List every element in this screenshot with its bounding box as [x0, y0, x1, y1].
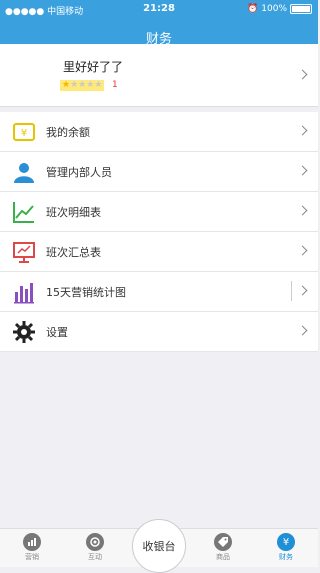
battery-icon	[290, 4, 312, 14]
menu-item-shift-detail[interactable]: 班次明细表	[0, 192, 318, 232]
marketing-icon	[23, 533, 41, 551]
yen-icon: ¥	[12, 120, 36, 144]
yen-circle-icon: ¥	[277, 533, 295, 551]
profile-name: 里好好了了	[63, 60, 124, 74]
star-rating: ★★★★★	[60, 80, 105, 91]
tab-marketing[interactable]: 营销	[7, 533, 57, 562]
level-number: 1	[112, 80, 118, 90]
person-icon	[12, 160, 36, 184]
chevron-right-icon	[297, 69, 308, 80]
svg-text:¥: ¥	[21, 128, 27, 139]
star-icon: ★	[94, 80, 103, 90]
profile-card[interactable]: 里好好了了 ★★★★★ 1	[0, 44, 318, 107]
chevron-right-icon	[297, 325, 308, 336]
star-icon: ★	[70, 80, 79, 90]
tab-label: 财务	[279, 553, 293, 561]
tab-label: 商品	[216, 553, 230, 561]
tab-label: 互动	[88, 553, 102, 561]
presentation-icon	[12, 240, 36, 264]
menu-label: 15天营销统计图	[46, 286, 126, 299]
divider	[291, 281, 292, 301]
status-right: ⏰ 100%	[247, 4, 312, 14]
line-chart-icon	[12, 200, 36, 224]
menu-item-shift-summary[interactable]: 班次汇总表	[0, 232, 318, 272]
chevron-right-icon	[297, 285, 308, 296]
menu-label: 我的余额	[46, 126, 90, 139]
menu-item-15day-stats[interactable]: 15天营销统计图	[0, 272, 318, 312]
chevron-right-icon	[297, 165, 308, 176]
cashier-button[interactable]: 收银台	[132, 519, 186, 573]
tab-products[interactable]: 商品	[198, 533, 248, 562]
star-icon: ★	[62, 80, 71, 90]
menu-label: 管理内部人员	[46, 166, 112, 179]
menu-item-staff[interactable]: 管理内部人员	[0, 152, 318, 192]
menu-label: 设置	[46, 326, 68, 339]
tag-icon	[214, 533, 232, 551]
menu-item-balance[interactable]: ¥ 我的余额	[0, 112, 318, 152]
status-bar: ●●●●● 中国移动 21:28 ⏰ 100%	[0, 0, 318, 20]
menu-label: 班次明细表	[46, 206, 101, 219]
menu-label: 班次汇总表	[46, 246, 101, 259]
bar-chart-icon	[12, 280, 36, 304]
chevron-right-icon	[297, 125, 308, 136]
alarm-icon: ⏰	[247, 4, 259, 14]
aperture-icon	[86, 533, 104, 551]
tab-finance[interactable]: ¥ 财务	[261, 533, 311, 562]
menu-list: ¥ 我的余额 管理内部人员 班次明细表 班次汇总表 15天营销统计图 设置	[0, 112, 318, 352]
tab-label: 营销	[25, 553, 39, 561]
chevron-right-icon	[297, 205, 308, 216]
tab-interaction[interactable]: 互动	[70, 533, 120, 562]
battery-percent: 100%	[261, 4, 287, 14]
menu-item-settings[interactable]: 设置	[0, 312, 318, 352]
gear-icon	[12, 320, 36, 344]
chevron-right-icon	[297, 245, 308, 256]
